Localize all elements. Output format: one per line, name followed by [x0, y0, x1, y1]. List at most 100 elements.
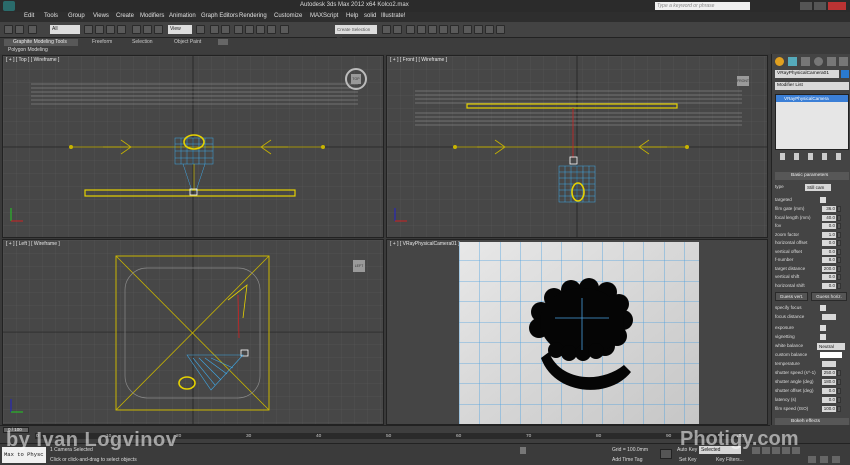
shutter-param-spinner[interactable]: [837, 397, 841, 403]
select-object-icon[interactable]: [84, 25, 93, 34]
shutter-param-value-field[interactable]: 100.0: [822, 406, 836, 412]
shutter-param-value-field[interactable]: 0.0: [822, 397, 836, 403]
param-spinner[interactable]: [837, 265, 841, 272]
type-dropdown[interactable]: Still cam: [805, 184, 831, 191]
motion-tab-icon[interactable]: [814, 57, 823, 66]
param-spinner[interactable]: [837, 206, 841, 212]
param-value-field[interactable]: 0.0: [822, 274, 836, 280]
viewport-left[interactable]: [ + ] [ Left ] [ Wireframe ] LEFT: [2, 239, 384, 425]
make-unique-icon[interactable]: [808, 153, 813, 160]
rendered-frame-icon[interactable]: [474, 25, 483, 34]
named-selection-dropdown[interactable]: Create Selection Se: [335, 25, 377, 41]
configure-sets-icon[interactable]: [836, 153, 841, 160]
shutter-param-spinner[interactable]: [837, 379, 841, 385]
reference-coordinate-dropdown[interactable]: View: [168, 25, 192, 34]
param-spinner[interactable]: [837, 214, 841, 221]
viewport-top-label[interactable]: [ + ] [ Top ] [ Wireframe ]: [6, 57, 59, 63]
white-balance-dropdown[interactable]: Neutral: [817, 343, 845, 350]
show-end-result-icon[interactable]: [794, 153, 799, 160]
keyboard-shortcut-icon[interactable]: [221, 25, 230, 34]
shutter-param-value-field[interactable]: 0.0: [822, 388, 836, 394]
utilities-tab-icon[interactable]: [839, 57, 848, 66]
shutter-param-spinner[interactable]: [837, 388, 841, 394]
graphite-toggle-icon[interactable]: [417, 25, 426, 34]
edit-named-selection-icon[interactable]: [280, 25, 289, 34]
redo-icon[interactable]: [15, 25, 24, 34]
undo-icon[interactable]: [4, 25, 13, 34]
menu-illustrate[interactable]: Illustrate!: [381, 13, 405, 19]
align-icon[interactable]: [393, 25, 402, 34]
focus-distance-field[interactable]: [822, 314, 836, 320]
bokeh-effects-rollout[interactable]: Bokeh effects: [775, 418, 849, 425]
minimize-button[interactable]: [800, 2, 812, 10]
viewcube-top-face[interactable]: TOP: [351, 74, 361, 84]
select-by-name-icon[interactable]: [95, 25, 104, 34]
polygon-modeling-panel[interactable]: Polygon Modeling: [8, 47, 48, 53]
close-button[interactable]: [828, 2, 846, 10]
pan-icon[interactable]: [832, 456, 840, 463]
tab-graphite-modeling-tools[interactable]: Graphite Modeling Tools: [4, 39, 78, 46]
move-icon[interactable]: [132, 25, 141, 34]
object-name-field[interactable]: VRayPhysicalCamera01: [775, 70, 839, 78]
viewport-front[interactable]: [ + ] [ Front ] [ Wireframe ] FRONT: [386, 55, 768, 238]
param-spinner[interactable]: [837, 223, 841, 229]
tab-selection[interactable]: Selection: [132, 39, 153, 45]
menu-solid[interactable]: solid: [364, 13, 376, 19]
param-spinner[interactable]: [837, 231, 841, 238]
lock-selection-icon[interactable]: [520, 447, 526, 454]
remove-modifier-icon[interactable]: [822, 153, 827, 160]
orbit-icon[interactable]: [820, 456, 828, 463]
percent-snap-icon[interactable]: [256, 25, 265, 34]
set-key-button[interactable]: Set Key: [679, 457, 697, 463]
vignetting-checkbox[interactable]: [820, 334, 826, 340]
param-spinner[interactable]: [837, 282, 841, 289]
menu-help[interactable]: Help: [346, 13, 358, 19]
param-value-field[interactable]: 0.0: [822, 282, 836, 289]
param-value-field[interactable]: 0.0: [822, 223, 836, 229]
param-value-field[interactable]: 8.0: [822, 257, 836, 263]
link-icon[interactable]: [28, 25, 37, 34]
menu-views[interactable]: Views: [93, 13, 109, 19]
key-filters-button[interactable]: Key Filters...: [716, 457, 744, 463]
shutter-param-spinner[interactable]: [837, 406, 841, 412]
viewport-camera[interactable]: [ + ] [ VRayPhysicalCamera01 ]: [386, 239, 768, 425]
viewcube-front[interactable]: FRONT: [737, 76, 749, 86]
basic-parameters-rollout[interactable]: Basic parameters: [775, 172, 849, 180]
param-spinner[interactable]: [837, 257, 841, 263]
targeted-checkbox[interactable]: [820, 197, 826, 203]
hierarchy-tab-icon[interactable]: [801, 57, 810, 66]
param-spinner[interactable]: [837, 248, 841, 255]
search-input[interactable]: Type a keyword or phrase: [655, 2, 750, 10]
create-tab-icon[interactable]: [775, 57, 784, 66]
add-time-tag-button[interactable]: Add Time Tag: [612, 457, 642, 463]
viewport-top[interactable]: [ + ] [ Top ] [ Wireframe ] TOP: [2, 55, 384, 238]
modifier-stack[interactable]: [775, 94, 849, 150]
custom-balance-swatch[interactable]: [820, 352, 842, 358]
scale-icon[interactable]: [154, 25, 163, 34]
menu-edit[interactable]: Edit: [24, 13, 34, 19]
display-tab-icon[interactable]: [827, 57, 836, 66]
viewport-left-label[interactable]: [ + ] [ Left ] [ Wireframe ]: [6, 241, 60, 247]
object-color-swatch[interactable]: [841, 70, 849, 78]
key-mode-icon[interactable]: [660, 449, 672, 459]
render-teapot-icon[interactable]: [496, 25, 505, 34]
viewport-camera-label[interactable]: [ + ] [ VRayPhysicalCamera01 ]: [390, 241, 460, 247]
angle-snap-icon[interactable]: [245, 25, 254, 34]
pin-stack-icon[interactable]: [780, 153, 785, 160]
shutter-param-value-field[interactable]: 250.0: [822, 370, 836, 376]
render-setup-icon[interactable]: [463, 25, 472, 34]
window-crossing-icon[interactable]: [117, 25, 126, 34]
exposure-checkbox[interactable]: [820, 325, 826, 331]
snaps-toggle-icon[interactable]: [234, 25, 243, 34]
tab-object-paint[interactable]: Object Paint: [174, 39, 201, 45]
rect-selection-icon[interactable]: [106, 25, 115, 34]
rotate-icon[interactable]: [143, 25, 152, 34]
param-value-field[interactable]: 0.0: [822, 248, 836, 255]
app-logo-icon[interactable]: [3, 1, 15, 11]
material-editor-icon[interactable]: [450, 25, 459, 34]
menu-customize[interactable]: Customize: [274, 13, 302, 19]
guess-horiz-button[interactable]: Guess horiz.: [811, 292, 847, 301]
menu-animation[interactable]: Animation: [169, 13, 196, 19]
render-production-icon[interactable]: [485, 25, 494, 34]
param-value-field[interactable]: 200.0: [822, 265, 836, 272]
